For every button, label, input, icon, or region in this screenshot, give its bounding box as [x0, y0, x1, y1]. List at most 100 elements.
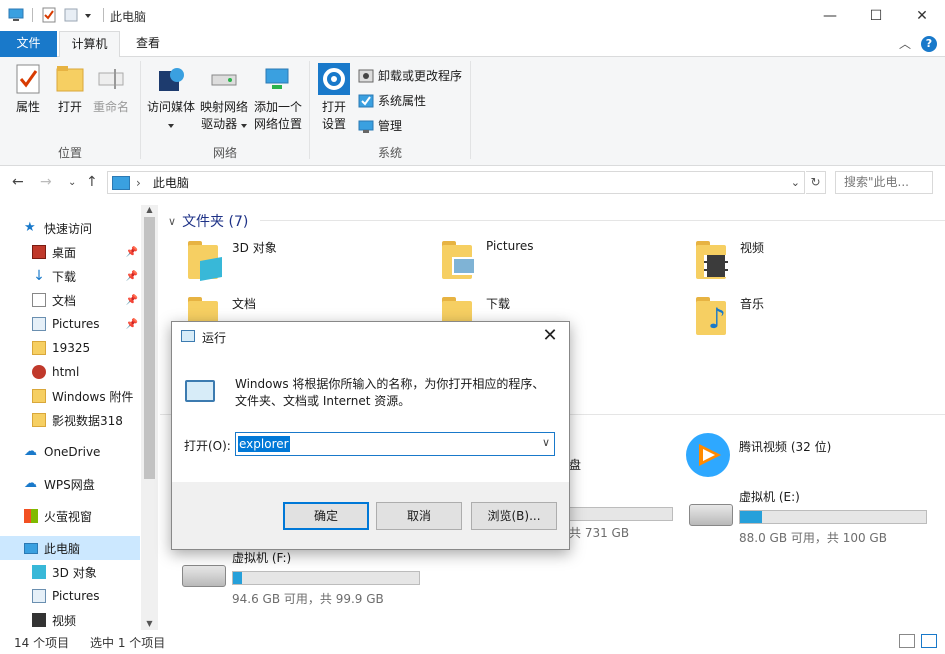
tab-computer[interactable]: 计算机 [59, 31, 120, 58]
media-icon [155, 63, 187, 95]
map-network-drive-button[interactable]: 映射网络 驱动器 [197, 63, 251, 133]
drive-e-usage-bar [739, 510, 927, 524]
drive-tencent-video[interactable]: 腾讯视频 (32 位) [685, 432, 831, 477]
details-view-icon[interactable] [899, 634, 915, 648]
hard-drive-icon [182, 565, 226, 587]
pin-icon[interactable]: 📌 [126, 247, 138, 258]
network-location-icon [262, 63, 294, 95]
this-pc-icon [112, 175, 130, 190]
nav-this-pc[interactable]: 此电脑 [0, 536, 140, 560]
cancel-button[interactable]: 取消 [376, 502, 462, 530]
pin-icon[interactable]: 📌 [126, 319, 138, 330]
run-program-icon [185, 380, 215, 402]
selected-count: 选中 1 个项目 [90, 636, 166, 650]
scroll-up-icon[interactable]: ▲ [141, 205, 158, 214]
nav-item-windows-accessories[interactable]: Windows 附件 [32, 384, 140, 408]
close-button[interactable]: ✕ [899, 0, 945, 31]
up-arrow-icon[interactable]: ↑ [86, 174, 98, 190]
search-input[interactable]: 搜索"此电... [835, 171, 933, 194]
partial-drive-info: 共 731 GB [569, 526, 630, 540]
close-icon[interactable]: ✕ [539, 325, 561, 346]
drive-f-usage-bar [232, 571, 420, 585]
uninstall-program-button[interactable]: 卸载或更改程序 [358, 67, 462, 84]
open-button[interactable]: 打开 [52, 63, 88, 116]
nav-item-videos[interactable]: 视频 [32, 608, 140, 632]
properties-icon [12, 63, 44, 95]
nav-item-downloads[interactable]: ↓ 下载 📌 [32, 264, 140, 288]
add-network-location-button[interactable]: 添加一个 网络位置 [251, 63, 305, 133]
item-count: 14 个项目 [14, 636, 70, 650]
ribbon-tabs: 文件 计算机 查看 ︿ ? [0, 31, 945, 58]
tab-file[interactable]: 文件 [0, 31, 57, 57]
video-icon [32, 613, 46, 627]
scrollbar-thumb[interactable] [144, 217, 155, 479]
ok-button[interactable]: 确定 [283, 502, 369, 530]
help-icon[interactable]: ? [921, 35, 937, 52]
back-arrow-icon[interactable]: ← [12, 174, 24, 190]
properties-icon[interactable] [41, 7, 57, 23]
window-title: 此电脑 [110, 10, 147, 24]
ribbon-group-network: 访问媒体 映射网络 驱动器 添加一个 网络位置 网络 [141, 57, 309, 166]
system-properties-icon [358, 93, 374, 109]
collapse-ribbon-icon[interactable]: ︿ [899, 35, 911, 52]
recent-locations-chevron-icon[interactable]: ⌄ [68, 177, 76, 188]
customize-dropdown-icon[interactable] [85, 7, 95, 23]
tab-view[interactable]: 查看 [124, 31, 172, 57]
nav-item-documents[interactable]: 文档 📌 [32, 288, 140, 312]
nav-scrollbar[interactable]: ▲ ▼ [141, 205, 158, 630]
pictures-icon [32, 589, 46, 603]
refresh-icon[interactable]: ↻ [806, 171, 826, 194]
drive-f[interactable]: 虚拟机 (F:) 94.6 GB 可用，共 99.9 GB [178, 549, 420, 607]
ribbon: 属性 打开 重命名 位置 访问媒体 映射网络 驱动器 添加一个 网络位置 网络 … [0, 57, 945, 166]
drive-e[interactable]: 虚拟机 (E:) 88.0 GB 可用，共 100 GB [685, 488, 927, 546]
browse-button[interactable]: 浏览(B)... [471, 502, 557, 530]
run-command-value[interactable]: explorer [238, 436, 290, 452]
nav-item-html[interactable]: html [32, 360, 140, 384]
folder-videos[interactable]: 视频 [694, 239, 764, 279]
system-properties-button[interactable]: 系统属性 [358, 92, 426, 109]
run-dialog-titlebar: 运行 ✕ [172, 322, 569, 352]
access-media-button[interactable]: 访问媒体 [145, 63, 197, 133]
nav-item-video-data[interactable]: 影视数据318 [32, 408, 140, 432]
folder-3d-objects[interactable]: 3D 对象 [186, 239, 277, 281]
run-icon [181, 330, 195, 342]
open-settings-button[interactable]: 打开 设置 [316, 63, 352, 133]
breadcrumb-separator-icon: › [136, 175, 141, 190]
large-icons-view-icon[interactable] [921, 634, 937, 648]
pin-icon[interactable]: 📌 [126, 295, 138, 306]
tencent-video-icon [685, 432, 731, 478]
run-command-input[interactable]: explorer ∨ [235, 432, 555, 456]
address-field[interactable]: › 此电脑 ⌄ [107, 171, 805, 194]
music-folder-icon: ♪ [694, 295, 730, 335]
open-folder-icon [54, 63, 86, 95]
new-folder-icon[interactable] [63, 7, 79, 23]
scroll-down-icon[interactable]: ▼ [141, 619, 158, 628]
address-dropdown-icon[interactable]: ⌄ [791, 176, 800, 189]
nav-item-3d-objects[interactable]: 3D 对象 [32, 560, 140, 584]
quick-access-toolbar [8, 7, 106, 23]
videos-folder-icon [694, 239, 730, 279]
forward-arrow-icon[interactable]: → [40, 174, 52, 190]
properties-button[interactable]: 属性 [10, 63, 46, 116]
folder-music[interactable]: ♪ 音乐 [694, 295, 764, 335]
rename-button[interactable]: 重命名 [90, 63, 132, 116]
folder-pictures[interactable]: Pictures [440, 239, 534, 279]
maximize-button[interactable]: ☐ [853, 0, 899, 31]
title-bar: 此电脑 — ☐ ✕ [0, 0, 945, 31]
pin-icon[interactable]: 📌 [126, 271, 138, 282]
nav-item-pictures[interactable]: Pictures 📌 [32, 312, 140, 336]
nav-item-19325[interactable]: 19325 [32, 336, 140, 360]
nav-item-pc-pictures[interactable]: Pictures [32, 584, 140, 608]
chevron-down-icon: ∨ [168, 214, 177, 228]
rename-icon [95, 63, 127, 95]
folders-section-header[interactable]: ∨ 文件夹 (7) [168, 211, 248, 231]
minimize-button[interactable]: — [807, 0, 853, 31]
partial-drive-bar [569, 507, 673, 521]
address-bar-row: ← → ⌄ ↑ › 此电脑 ⌄ ↻ 搜索"此电... [0, 167, 945, 199]
computer-icon [8, 7, 24, 23]
breadcrumb[interactable]: 此电脑 [153, 174, 189, 191]
chevron-down-icon[interactable]: ∨ [542, 436, 550, 449]
manage-button[interactable]: 管理 [358, 117, 402, 134]
nav-item-desktop[interactable]: 桌面 📌 [32, 240, 140, 264]
status-bar: 14 个项目 选中 1 个项目 [0, 630, 945, 654]
